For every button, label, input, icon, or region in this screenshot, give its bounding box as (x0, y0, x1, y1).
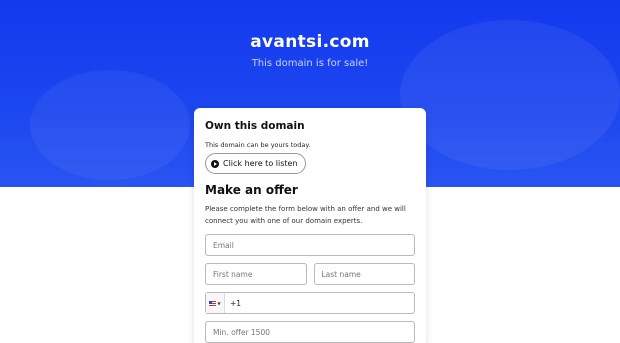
listen-button[interactable]: Click here to listen (205, 153, 306, 174)
last-name-placeholder: Last name (321, 269, 361, 279)
phone-field[interactable]: ▼ +1 (205, 292, 415, 314)
domain-name: avantsi.com (250, 32, 370, 52)
listen-button-label: Click here to listen (223, 159, 298, 168)
own-domain-title: Own this domain (205, 120, 305, 132)
last-name-field[interactable]: Last name (313, 263, 415, 285)
offer-amount-field[interactable]: Min. offer 1500 (205, 321, 415, 343)
make-offer-text: Please complete the form below with an o… (205, 205, 406, 225)
email-placeholder: Email (213, 240, 234, 250)
offer-amount-placeholder: Min. offer 1500 (213, 327, 271, 337)
for-sale-subtitle: This domain is for sale! (251, 58, 369, 69)
offer-card: Own this domain This domain can be yours… (194, 108, 426, 343)
play-circle-icon (211, 159, 219, 168)
caret-down-icon: ▼ (217, 300, 221, 306)
dial-code: +1 (230, 298, 242, 308)
first-name-placeholder: First name (213, 269, 253, 279)
country-selector[interactable]: ▼ (206, 293, 225, 313)
name-row: First name Last name (205, 263, 415, 285)
make-offer-title: Make an offer (205, 183, 298, 197)
us-flag-icon (209, 300, 217, 306)
email-field[interactable]: Email (205, 234, 415, 256)
first-name-field[interactable]: First name (205, 263, 307, 285)
own-domain-text: This domain can be yours today. (205, 141, 311, 149)
background-shape (30, 70, 190, 180)
